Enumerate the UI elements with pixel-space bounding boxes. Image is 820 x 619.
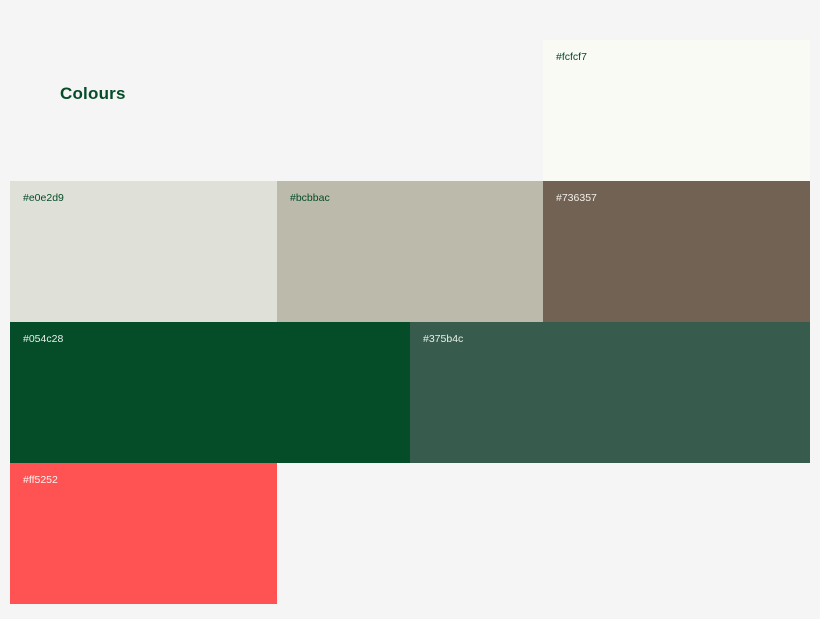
color-swatch: #736357 [543, 181, 810, 322]
page-title: Colours [60, 84, 126, 103]
color-swatch: #bcbbac [277, 181, 543, 322]
color-hex-label: #fcfcf7 [556, 51, 587, 63]
color-hex-label: #bcbbac [290, 192, 330, 204]
color-hex-label: #736357 [556, 192, 597, 204]
color-hex-label: #e0e2d9 [23, 192, 64, 204]
color-hex-label: #054c28 [23, 333, 64, 345]
color-swatch: #e0e2d9 [10, 181, 277, 322]
color-swatch: #fcfcf7 [543, 40, 810, 181]
color-swatch: #054c28 [10, 322, 410, 463]
color-swatch: #ff5252 [10, 463, 277, 604]
color-hex-label: #ff5252 [23, 474, 58, 486]
color-swatch: #375b4c [410, 322, 810, 463]
color-hex-label: #375b4c [423, 333, 464, 345]
